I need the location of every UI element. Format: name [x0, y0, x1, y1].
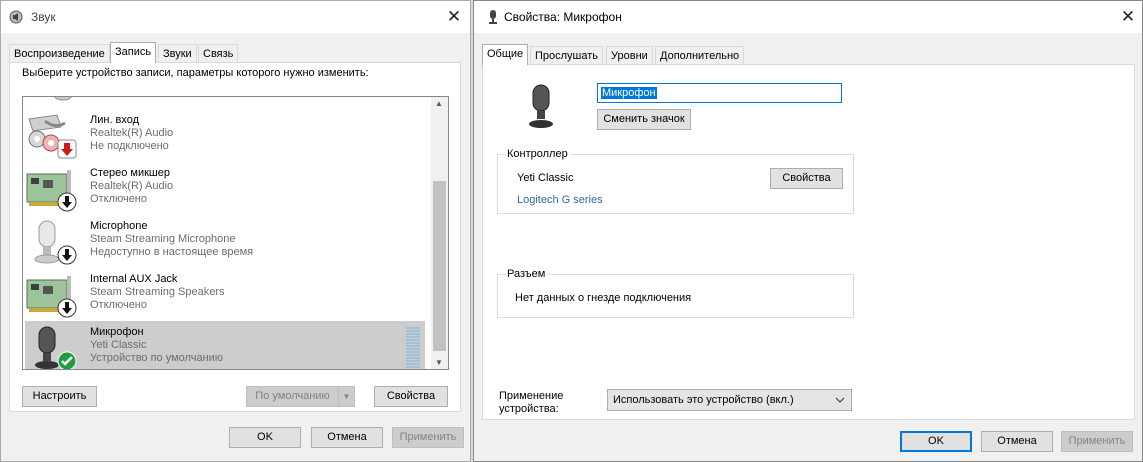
- device-driver: Realtek(R) Audio: [90, 127, 174, 139]
- device-driver: Yeti Classic: [90, 339, 147, 351]
- usage-selected-value: Использовать это устройство (вкл.): [613, 394, 794, 406]
- device-name: Лин. вход: [90, 114, 140, 126]
- device-status: Отключено: [90, 299, 147, 311]
- controller-group-title: Контроллер: [505, 148, 570, 160]
- scroll-down-icon[interactable]: ▼: [435, 358, 443, 367]
- jack-group-title: Разъем: [505, 268, 548, 280]
- device-list-scrollbar[interactable]: ▲ ▼: [431, 97, 448, 369]
- set-default-button[interactable]: По умолчанию ▼: [246, 386, 355, 407]
- instruction-text: Выберите устройство записи, параметры ко…: [22, 67, 369, 79]
- controller-properties-button[interactable]: Свойства: [770, 168, 843, 189]
- device-status: Отключено: [90, 193, 147, 205]
- device-name: Микрофон: [90, 326, 144, 338]
- set-default-label: По умолчанию: [255, 390, 330, 402]
- device-status: Не подключено: [90, 140, 169, 152]
- sound-ok-button[interactable]: OK: [229, 427, 301, 448]
- properties-tab-panel: Микрофон Сменить значок Контроллер Yeti …: [482, 64, 1135, 420]
- usage-label-line2: устройства:: [499, 403, 559, 415]
- device-properties-button[interactable]: Свойства: [374, 386, 448, 407]
- device-driver: Steam Streaming Speakers: [90, 286, 225, 298]
- tab-general[interactable]: Общие: [482, 44, 529, 65]
- tab-sounds[interactable]: Звуки: [158, 44, 197, 63]
- sound-titlebar[interactable]: Звук ✕: [1, 1, 470, 33]
- chevron-down-icon[interactable]: ▼: [338, 387, 354, 406]
- close-icon[interactable]: ✕: [1116, 5, 1140, 29]
- controller-group: Контроллер Yeti Classic Свойства Logitec…: [497, 148, 854, 214]
- list-item-line-in[interactable]: Лин. вход Realtek(R) Audio Не подключено: [25, 109, 425, 161]
- sound-cancel-button[interactable]: Отмена: [311, 427, 383, 448]
- list-item-steam-microphone[interactable]: Microphone Steam Streaming Microphone Не…: [25, 215, 425, 267]
- microphone-icon: [529, 84, 553, 128]
- device-name: Internal AUX Jack: [90, 273, 178, 285]
- level-meter: [406, 327, 420, 369]
- tab-communications[interactable]: Связь: [198, 44, 239, 63]
- disabled-badge-icon: [57, 298, 77, 318]
- controller-vendor-link[interactable]: Logitech G series: [517, 194, 603, 206]
- device-driver: Realtek(R) Audio: [90, 180, 174, 192]
- properties-window: Свойства: Микрофон ✕ Общие Прослушать Ур…: [473, 0, 1143, 462]
- device-status: Устройство по умолчанию: [90, 352, 224, 364]
- controller-name: Yeti Classic: [517, 172, 574, 184]
- device-list[interactable]: Лин. вход Realtek(R) Audio Не подключено…: [22, 96, 449, 370]
- list-item-stereo-mix[interactable]: Стерео микшер Realtek(R) Audio Отключено: [25, 162, 425, 214]
- configure-button[interactable]: Настроить: [22, 386, 97, 407]
- device-name: Стерео микшер: [90, 167, 170, 179]
- tab-advanced[interactable]: Дополнительно: [655, 46, 745, 65]
- change-icon-button[interactable]: Сменить значок: [597, 109, 691, 130]
- list-item-internal-aux[interactable]: Internal AUX Jack Steam Streaming Speake…: [25, 268, 425, 320]
- sound-window-title: Звук: [31, 10, 56, 24]
- sound-window: Звук ✕ Воспроизведение Запись Звуки Связ…: [0, 0, 471, 462]
- close-icon[interactable]: ✕: [442, 5, 466, 29]
- speaker-icon: [9, 10, 23, 24]
- device-status: Недоступно в настоящее время: [90, 246, 254, 258]
- jack-info-text: Нет данных о гнезде подключения: [515, 292, 692, 304]
- tab-listen[interactable]: Прослушать: [530, 46, 604, 65]
- sound-tabs: Воспроизведение Запись Звуки Связь: [9, 42, 459, 64]
- scrollbar-thumb[interactable]: [433, 181, 446, 351]
- partial-device-icon: [54, 97, 72, 101]
- device-driver: Steam Streaming Microphone: [90, 233, 236, 245]
- microphone-icon: [489, 10, 497, 24]
- properties-cancel-button[interactable]: Отмена: [981, 431, 1053, 452]
- properties-tabs: Общие Прослушать Уровни Дополнительно: [482, 44, 1122, 66]
- properties-titlebar[interactable]: Свойства: Микрофон ✕: [474, 1, 1142, 33]
- device-name: Microphone: [90, 220, 148, 232]
- disabled-badge-icon: [57, 192, 77, 212]
- sound-tab-panel: Выберите устройство записи, параметры ко…: [9, 62, 461, 412]
- device-name-value: Микрофон: [601, 87, 657, 99]
- jack-group: Разъем Нет данных о гнезде подключения: [497, 268, 854, 318]
- properties-window-title: Свойства: Микрофон: [504, 10, 622, 24]
- properties-apply-button[interactable]: Применить: [1061, 431, 1133, 452]
- default-check-icon: [57, 351, 77, 369]
- chevron-down-icon: [835, 397, 845, 403]
- usage-label-line1: Применение: [499, 390, 564, 402]
- tab-playback[interactable]: Воспроизведение: [9, 44, 110, 63]
- scroll-up-icon[interactable]: ▲: [435, 99, 443, 108]
- properties-ok-button[interactable]: OK: [900, 431, 972, 452]
- usage-select[interactable]: Использовать это устройство (вкл.): [607, 389, 852, 411]
- disconnected-badge-icon: [57, 139, 77, 159]
- device-name-field[interactable]: Микрофон: [597, 83, 842, 103]
- list-item-yeti-microphone[interactable]: Микрофон Yeti Classic Устройство по умол…: [25, 321, 425, 369]
- disabled-badge-icon: [57, 245, 77, 265]
- tab-recording[interactable]: Запись: [110, 42, 157, 63]
- sound-apply-button[interactable]: Применить: [392, 427, 464, 448]
- tab-levels[interactable]: Уровни: [606, 46, 653, 65]
